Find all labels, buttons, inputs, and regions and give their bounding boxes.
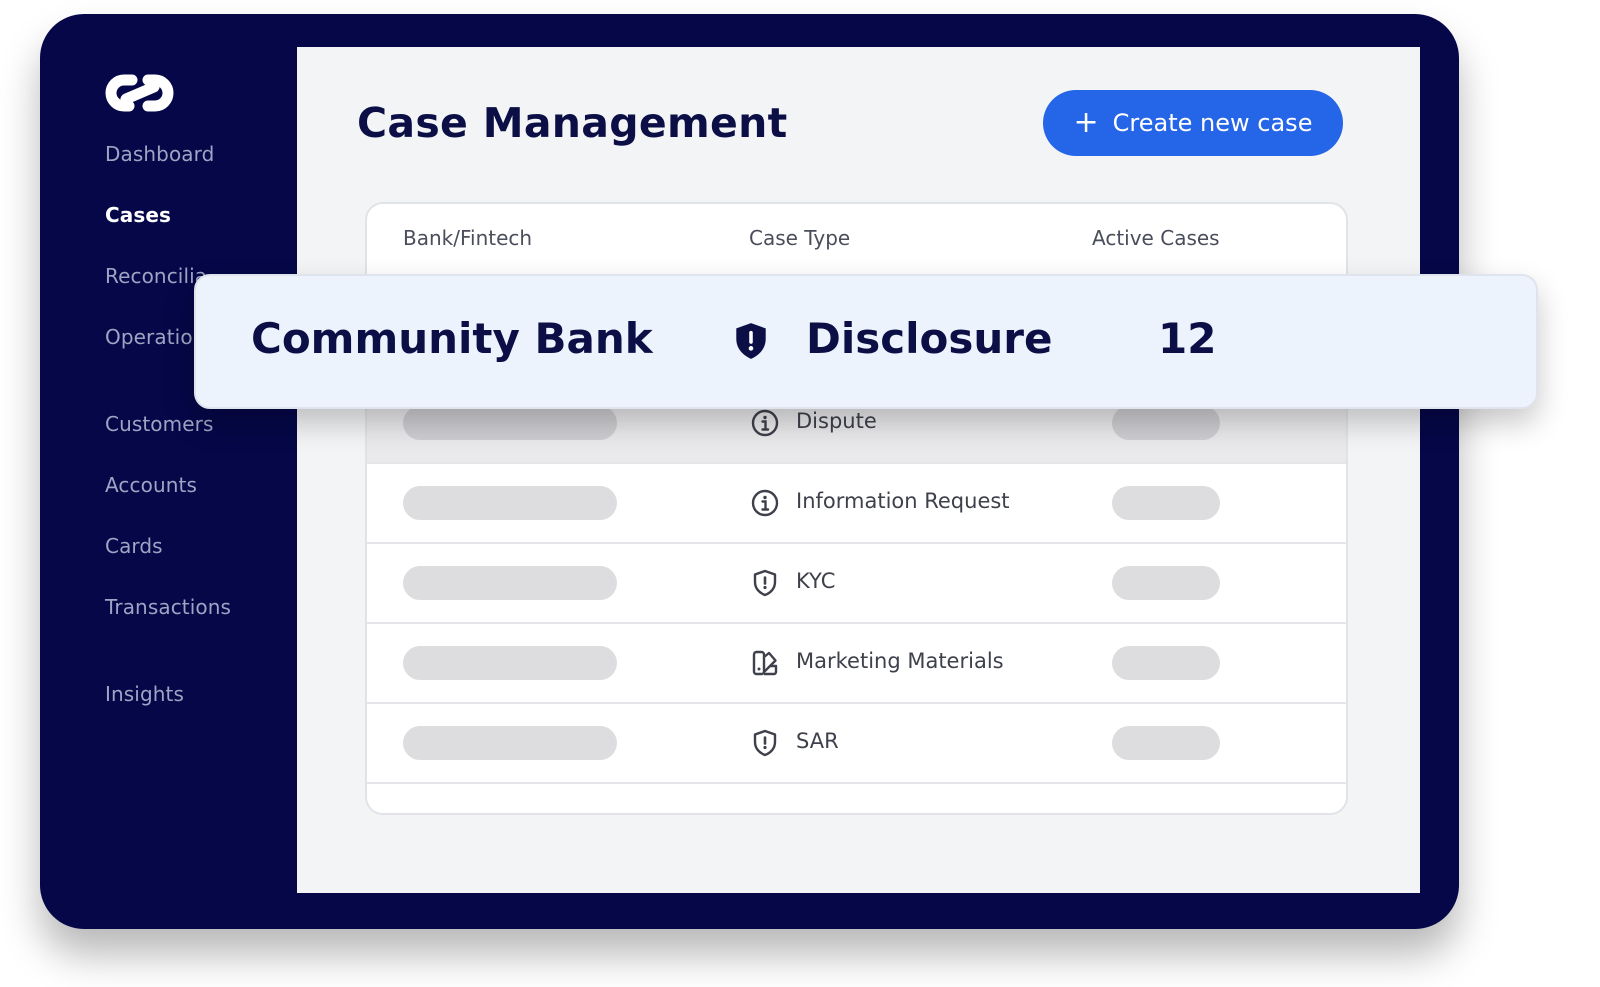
sidebar-item-cards[interactable]: Cards: [105, 534, 163, 558]
sidebar-item-reconciliation[interactable]: Reconcilia: [105, 264, 207, 288]
create-new-case-button[interactable]: + Create new case: [1043, 90, 1343, 156]
table-row[interactable]: Marketing Materials: [367, 624, 1346, 704]
sidebar-item-insights[interactable]: Insights: [105, 682, 184, 706]
app-frame: Dashboard Cases Reconcilia Operatio Cust…: [40, 14, 1459, 929]
column-header-bank[interactable]: Bank/Fintech: [403, 226, 532, 250]
shield-alert-filled-icon: [736, 323, 766, 359]
bank-name-placeholder: [403, 406, 617, 440]
table-row[interactable]: Information Request: [367, 464, 1346, 544]
bank-name-placeholder: [403, 486, 617, 520]
brand-logo-icon: [105, 74, 174, 112]
sidebar-item-operations[interactable]: Operatio: [105, 325, 193, 349]
case-type-label: Dispute: [796, 409, 877, 433]
case-type-label: KYC: [796, 569, 836, 593]
sidebar-item-accounts[interactable]: Accounts: [105, 473, 197, 497]
active-cases-placeholder: [1112, 486, 1220, 520]
sidebar-item-transactions[interactable]: Transactions: [105, 595, 231, 619]
case-type-label: Marketing Materials: [796, 649, 1004, 673]
bank-name-placeholder: [403, 726, 617, 760]
case-type-label: Information Request: [796, 489, 1010, 513]
table-row[interactable]: SAR: [367, 704, 1346, 784]
active-cases-placeholder: [1112, 646, 1220, 680]
info-icon: [751, 489, 779, 517]
case-type-label: SAR: [796, 729, 839, 753]
column-header-case-type[interactable]: Case Type: [749, 226, 850, 250]
shield-alert-icon: [753, 569, 777, 597]
sidebar-item-dashboard[interactable]: Dashboard: [105, 142, 214, 166]
info-icon: [751, 409, 779, 437]
create-new-case-label: Create new case: [1112, 109, 1313, 137]
highlighted-case-type: Disclosure: [806, 314, 1053, 363]
bank-name-placeholder: [403, 646, 617, 680]
table-row[interactable]: KYC: [367, 544, 1346, 624]
bank-name-placeholder: [403, 566, 617, 600]
highlighted-bank-name: Community Bank: [251, 314, 653, 363]
page-title: Case Management: [357, 99, 788, 147]
highlighted-case-row[interactable]: Community Bank Disclosure 12: [194, 274, 1538, 409]
highlighted-active-cases: 12: [1158, 314, 1217, 363]
sidebar-item-customers[interactable]: Customers: [105, 412, 213, 436]
main-panel: Case Management + Create new case Bank/F…: [297, 47, 1420, 893]
shield-alert-icon: [753, 729, 777, 757]
active-cases-placeholder: [1112, 406, 1220, 440]
swatch-book-icon: [752, 650, 778, 676]
sidebar-item-cases[interactable]: Cases: [105, 203, 171, 227]
active-cases-placeholder: [1112, 726, 1220, 760]
plus-icon: +: [1073, 105, 1099, 140]
active-cases-placeholder: [1112, 566, 1220, 600]
column-header-active-cases[interactable]: Active Cases: [1092, 226, 1220, 250]
